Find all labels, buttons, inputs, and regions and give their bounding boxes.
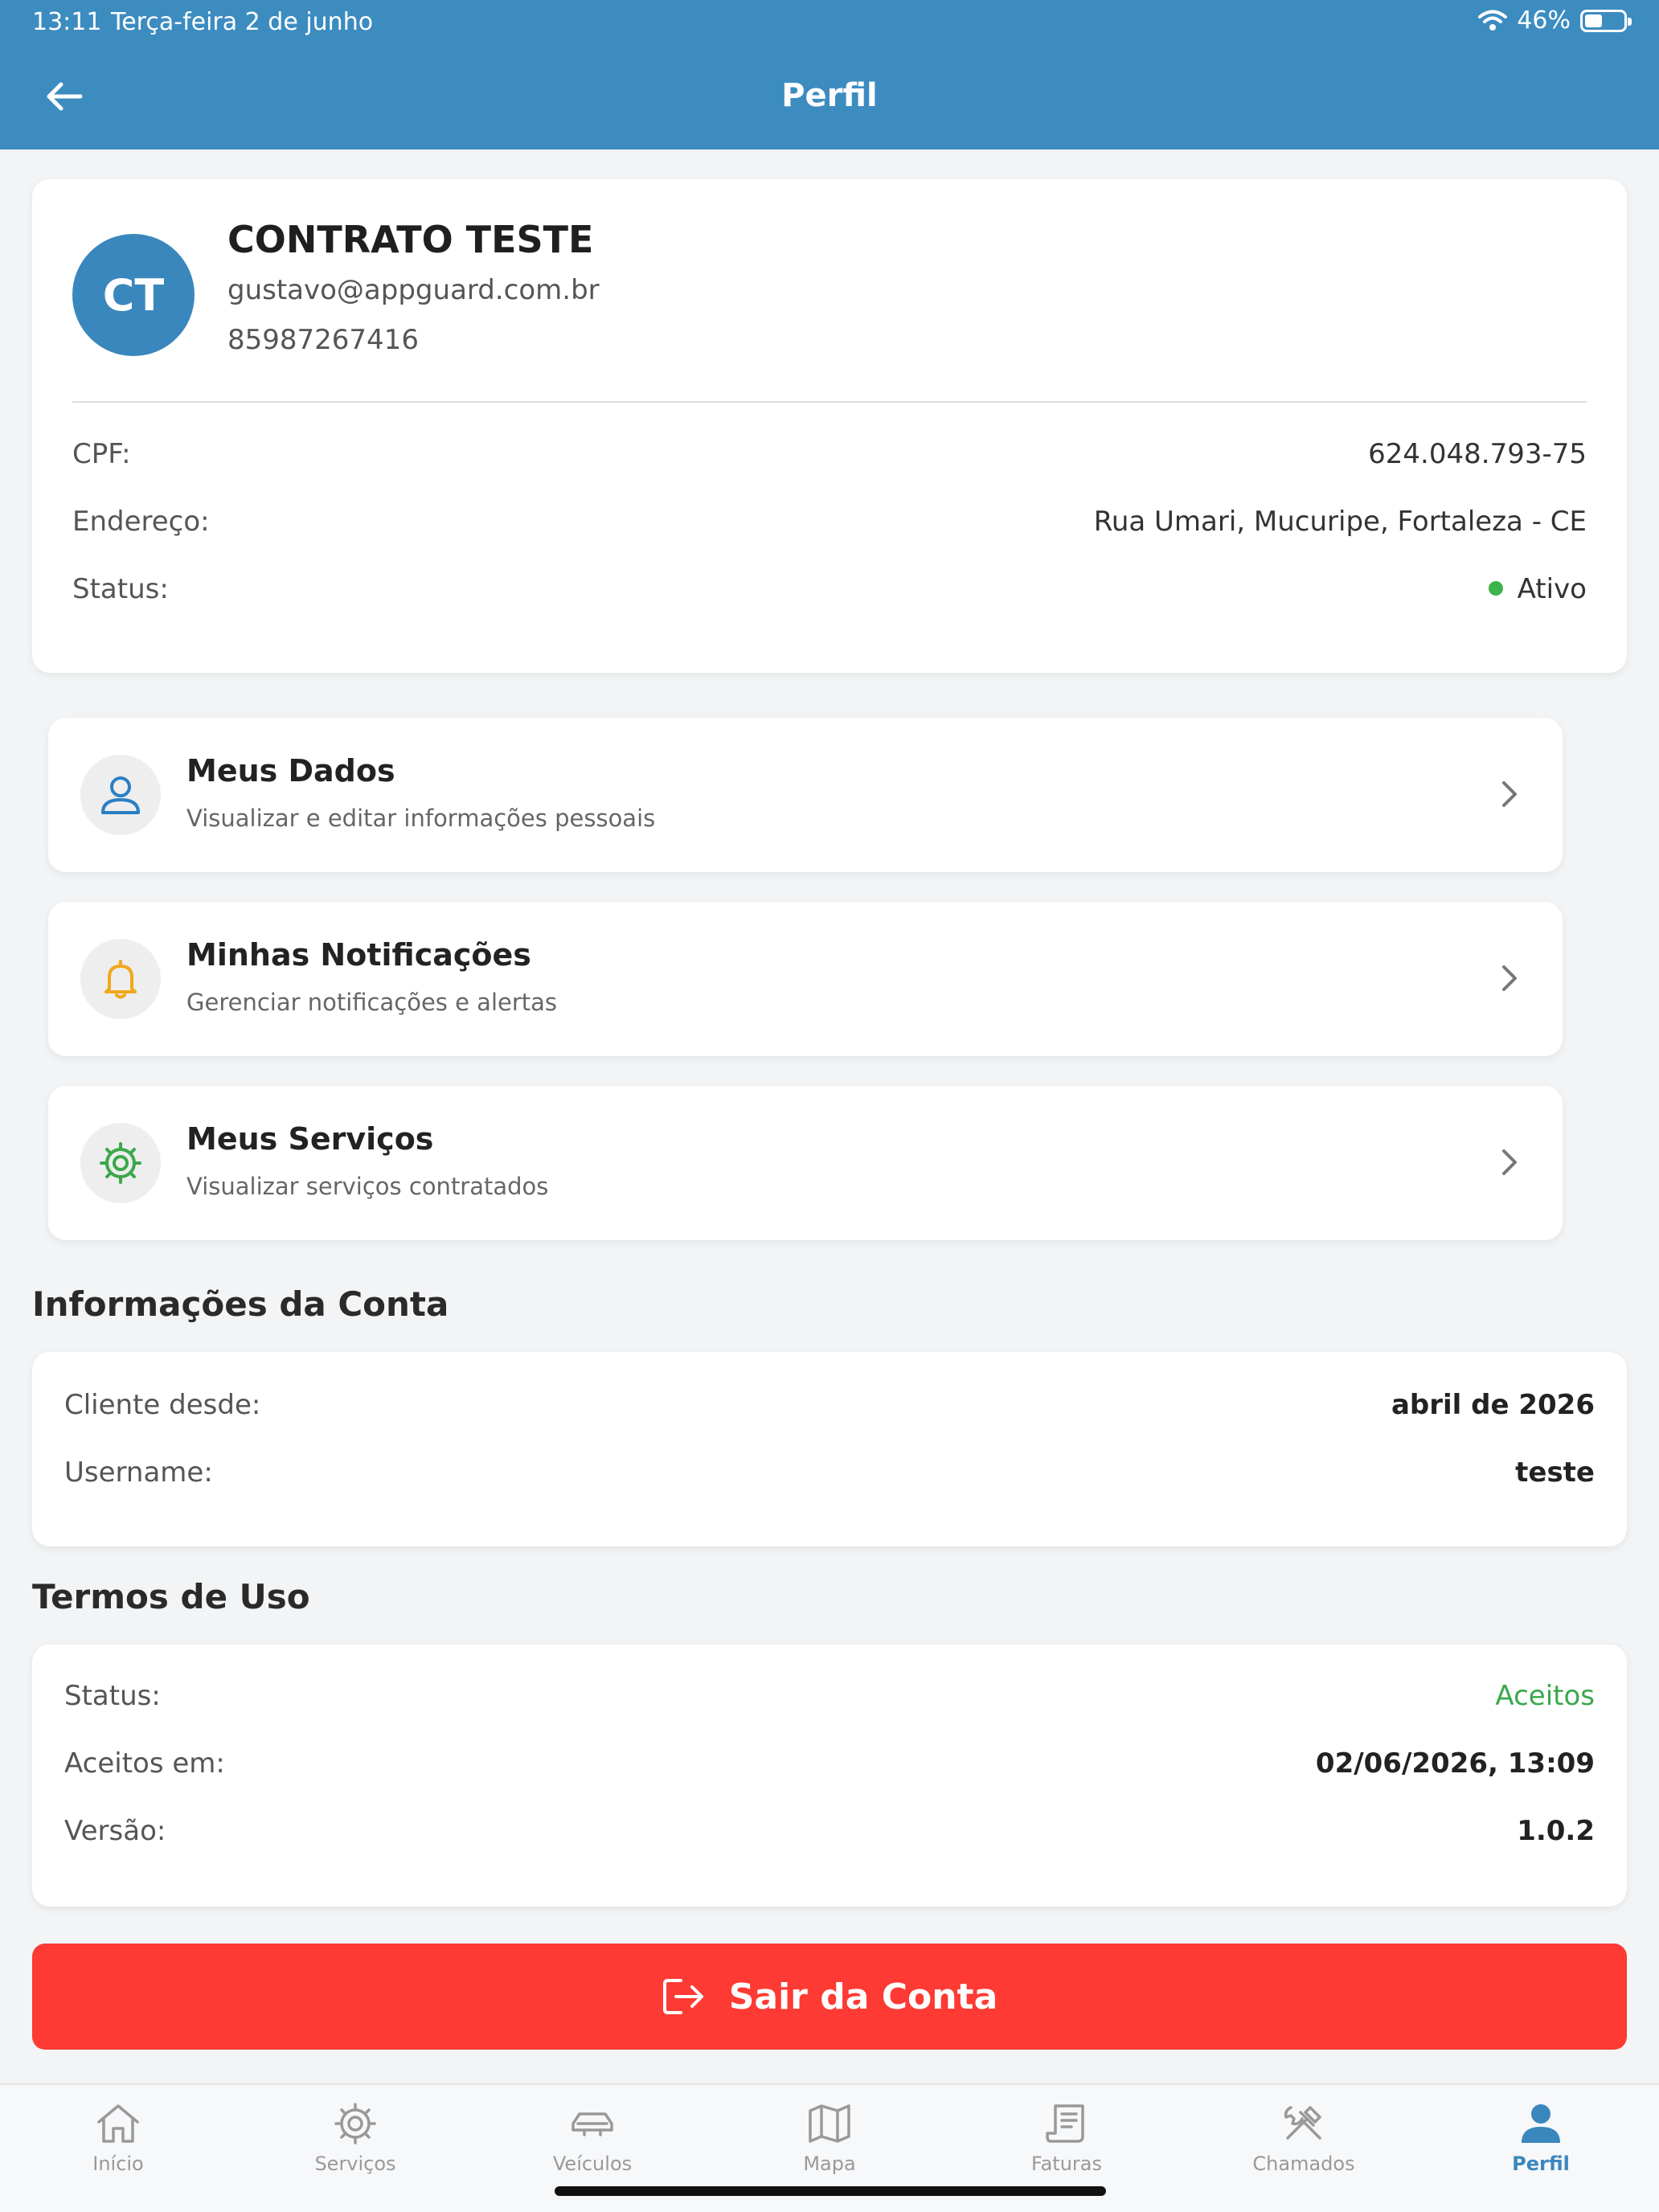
battery-percent: 46% <box>1517 6 1571 35</box>
row-value: 02/06/2026, 13:09 <box>1315 1747 1595 1780</box>
row-label: Status: <box>64 1680 161 1712</box>
tab-faturas[interactable]: Faturas <box>986 2101 1147 2181</box>
tab-inicio[interactable]: Início <box>38 2101 199 2181</box>
app-header: 13:11 Terça-feira 2 de junho 46% Perfil <box>0 0 1659 150</box>
profile-row-status: Status: Ativo <box>72 573 1587 613</box>
menu-subtitle: Gerenciar notificações e alertas <box>186 989 558 1016</box>
row-label: Cliente desde: <box>64 1389 261 1421</box>
tab-mapa[interactable]: Mapa <box>749 2101 910 2181</box>
status-dot <box>1488 580 1503 596</box>
account-info-card: Cliente desde: abril de 2026 Username: t… <box>32 1352 1627 1546</box>
chevron-right-icon <box>1502 781 1517 807</box>
account-row-username: Username: teste <box>64 1456 1595 1497</box>
tab-label: Perfil <box>1512 2153 1570 2175</box>
profile-phone: 85987267416 <box>227 324 419 356</box>
page-title: Perfil <box>781 77 878 114</box>
menu-item-meus-servicos[interactable]: Meus Serviços Visualizar serviços contra… <box>48 1086 1563 1240</box>
row-label: Status: <box>72 573 169 605</box>
person-icon <box>1522 2104 1560 2143</box>
tab-label: Chamados <box>1252 2153 1355 2175</box>
row-label: Versão: <box>64 1815 166 1847</box>
row-value: Rua Umari, Mucuripe, Fortaleza - CE <box>1093 506 1587 538</box>
tab-label: Mapa <box>803 2153 856 2175</box>
map-icon <box>809 2104 850 2143</box>
logout-label: Sair da Conta <box>728 1976 998 2017</box>
terms-row-version: Versão: 1.0.2 <box>64 1815 1595 1855</box>
terms-row-status: Status: Aceitos <box>64 1680 1595 1720</box>
tab-label: Faturas <box>1030 2153 1102 2175</box>
menu-title: Meus Dados <box>186 753 395 789</box>
gear-icon <box>100 1142 141 1184</box>
tab-servicos[interactable]: Serviços <box>275 2101 436 2181</box>
profile-card: CT CONTRATO TESTE gustavo@appguard.com.b… <box>32 179 1627 673</box>
row-value: teste <box>1515 1456 1595 1489</box>
car-icon <box>571 2112 613 2136</box>
status-bar: 13:11 Terça-feira 2 de junho 46% <box>0 0 1659 45</box>
profile-row-cpf: CPF: 624.048.793-75 <box>72 438 1587 478</box>
terms-row-accepted-at: Aceitos em: 02/06/2026, 13:09 <box>64 1747 1595 1788</box>
user-icon <box>101 776 140 814</box>
home-icon <box>97 2104 139 2143</box>
row-value: abril de 2026 <box>1391 1389 1595 1421</box>
row-label: CPF: <box>72 438 131 470</box>
logout-icon <box>662 1979 703 2014</box>
menu-title: Meus Serviços <box>186 1121 434 1157</box>
menu-title: Minhas Notificações <box>186 937 531 973</box>
tab-label: Início <box>92 2153 144 2175</box>
row-label: Aceitos em: <box>64 1747 225 1780</box>
logout-button[interactable]: Sair da Conta <box>32 1944 1627 2050</box>
tab-perfil[interactable]: Perfil <box>1460 2101 1621 2181</box>
receipt-icon <box>1046 2104 1084 2143</box>
bell-icon <box>104 960 137 999</box>
status-time: 13:11 <box>32 8 102 36</box>
menu-subtitle: Visualizar serviços contratados <box>186 1173 549 1200</box>
status-value: Ativo <box>1488 573 1587 605</box>
divider <box>72 401 1587 403</box>
section-title-terms: Termos de Uso <box>32 1577 310 1616</box>
tab-veiculos[interactable]: Veículos <box>512 2101 673 2181</box>
menu-item-meus-dados[interactable]: Meus Dados Visualizar e editar informaçõ… <box>48 718 1563 872</box>
wifi-icon <box>1478 10 1508 31</box>
section-title-account: Informações da Conta <box>32 1284 449 1324</box>
menu-item-notificacoes[interactable]: Minhas Notificações Gerenciar notificaçõ… <box>48 902 1563 1056</box>
status-date: Terça-feira 2 de junho <box>111 8 374 36</box>
tools-icon <box>1284 2106 1321 2140</box>
terms-status-value: Aceitos <box>1495 1680 1595 1712</box>
profile-row-address: Endereço: Rua Umari, Mucuripe, Fortaleza… <box>72 506 1587 546</box>
tab-chamados[interactable]: Chamados <box>1223 2101 1384 2181</box>
tab-label: Veículos <box>552 2153 633 2175</box>
row-label: Endereço: <box>72 506 210 538</box>
row-label: Username: <box>64 1456 213 1489</box>
profile-name: CONTRATO TESTE <box>227 218 594 261</box>
home-indicator <box>555 2186 1106 2196</box>
row-value: 1.0.2 <box>1517 1815 1595 1847</box>
profile-email: gustavo@appguard.com.br <box>227 274 600 306</box>
account-row-since: Cliente desde: abril de 2026 <box>64 1389 1595 1429</box>
status-indicators: 46% <box>1478 6 1632 35</box>
tab-label: Serviços <box>314 2153 396 2175</box>
chevron-right-icon <box>1502 1149 1517 1175</box>
row-value: 624.048.793-75 <box>1368 438 1587 470</box>
gear-icon <box>334 2103 376 2144</box>
battery-icon <box>1580 9 1632 32</box>
chevron-right-icon <box>1502 965 1517 991</box>
menu-subtitle: Visualizar e editar informações pessoais <box>186 805 656 832</box>
terms-card: Status: Aceitos Aceitos em: 02/06/2026, … <box>32 1645 1627 1907</box>
status-badge: Ativo <box>1517 573 1587 605</box>
avatar: CT <box>72 234 195 356</box>
